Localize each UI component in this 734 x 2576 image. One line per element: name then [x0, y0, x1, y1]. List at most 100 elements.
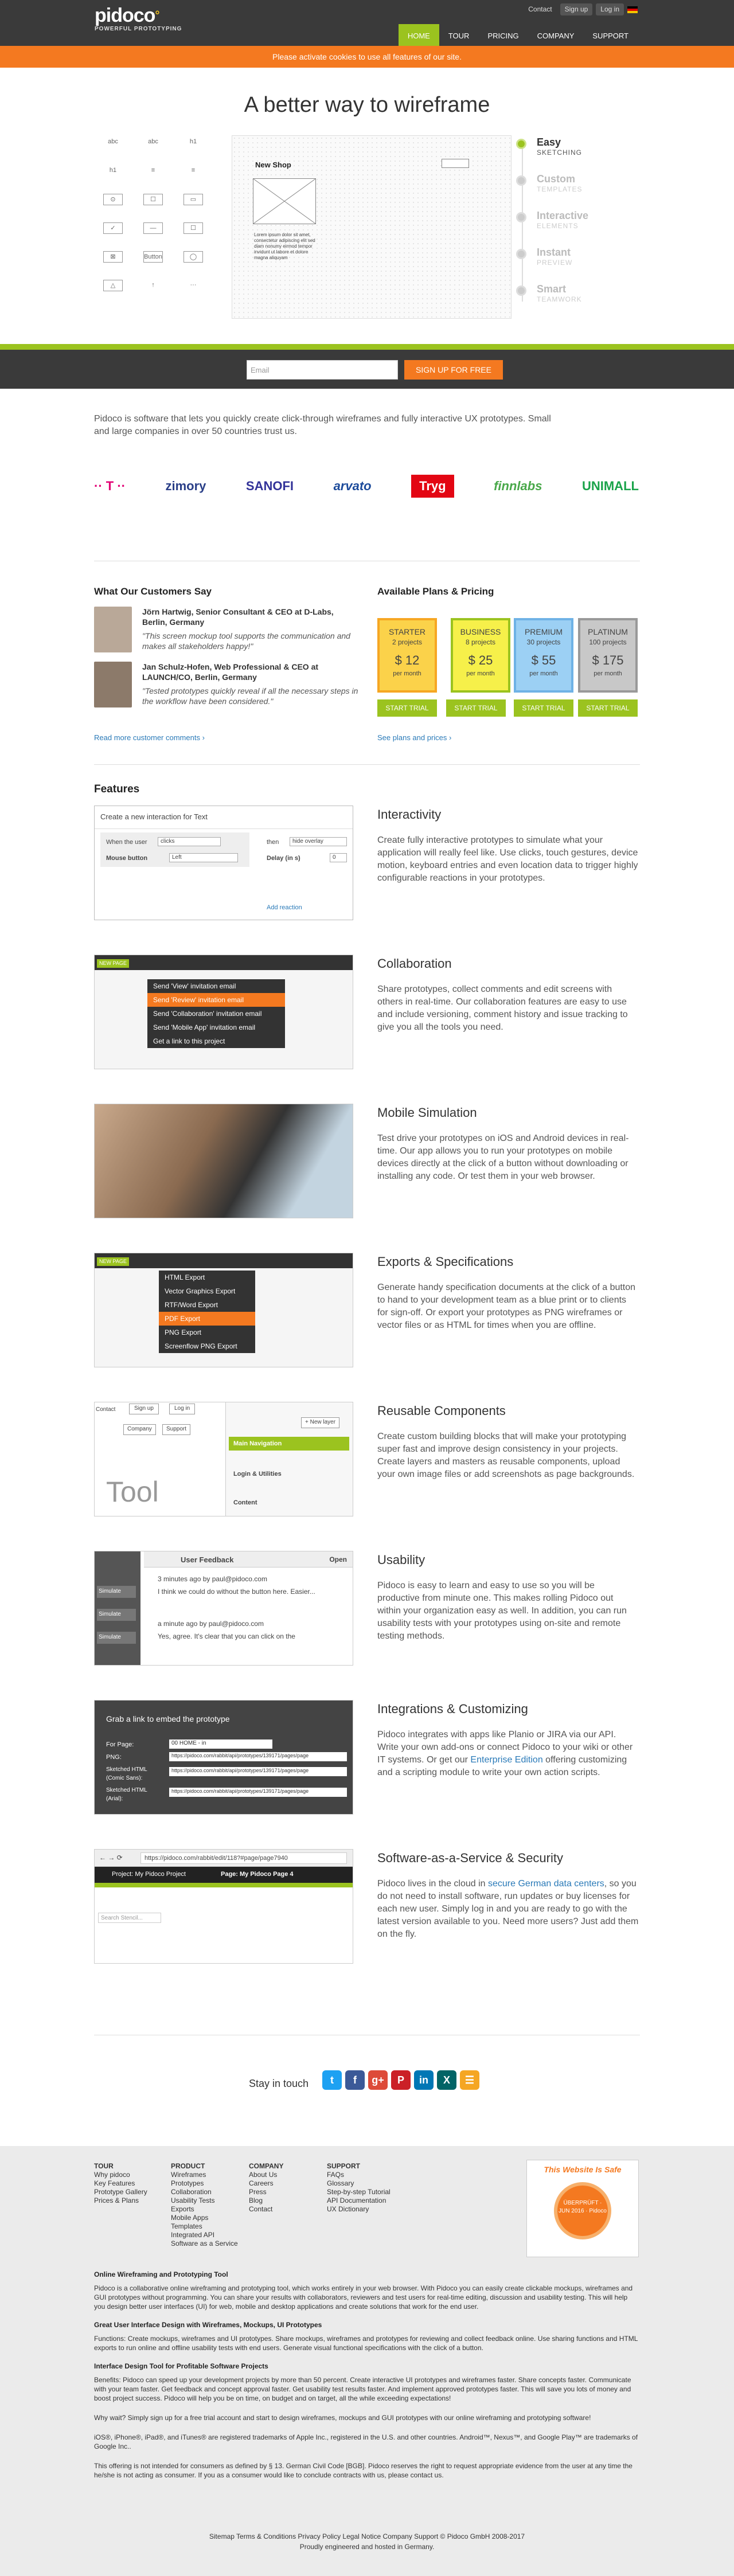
delay-input[interactable]: 0: [330, 853, 347, 862]
signup-button[interactable]: SIGN UP FOR FREE: [404, 360, 503, 380]
nav-home[interactable]: HOME: [398, 24, 439, 46]
menu-item[interactable]: PDF Export: [159, 1312, 255, 1326]
trial-button-business[interactable]: START TRIAL: [446, 699, 506, 717]
add-reaction-link[interactable]: Add reaction: [267, 904, 302, 913]
step-interactive[interactable]: Interactive ELEMENTS: [514, 210, 640, 247]
stencil-item[interactable]: h1: [103, 165, 123, 177]
footer-link[interactable]: Blog: [249, 2196, 329, 2205]
footer-link[interactable]: Step-by-step Tutorial: [327, 2188, 407, 2196]
step-smart[interactable]: Smart TEAMWORK: [514, 283, 640, 320]
stencil-item[interactable]: ≡: [143, 165, 163, 177]
german-flag-icon[interactable]: [627, 6, 638, 13]
stencil-item[interactable]: ◯: [184, 251, 203, 263]
nav-tour[interactable]: TOUR: [439, 24, 479, 46]
stencil-item[interactable]: ≡: [184, 165, 203, 177]
stencil-item[interactable]: Button: [143, 251, 163, 263]
twitter-icon[interactable]: t: [322, 2070, 342, 2090]
footer-link[interactable]: Collaboration: [171, 2188, 251, 2196]
layer-item[interactable]: Main Navigation: [229, 1437, 349, 1451]
xing-icon[interactable]: X: [437, 2070, 456, 2090]
browser-back-icon[interactable]: ← → ⟳: [99, 1853, 123, 1863]
simulate-button[interactable]: Simulate: [97, 1586, 136, 1598]
reaction-select[interactable]: hide overlay: [290, 837, 347, 846]
plan-platinum[interactable]: PLATINUM 100 projects $ 175 per month: [578, 618, 638, 693]
stencil-item[interactable]: h1: [184, 136, 203, 148]
footer-link[interactable]: Why pidoco: [94, 2171, 174, 2179]
pidoco-logo[interactable]: pidoco° POWERFUL PROTOTYPING: [95, 6, 182, 34]
stencil-item[interactable]: ▭: [184, 194, 203, 205]
stencil-item[interactable]: △: [103, 280, 123, 291]
more-comments-link[interactable]: Read more customer comments ›: [94, 733, 205, 744]
simulate-button[interactable]: Simulate: [97, 1609, 136, 1621]
project-selector[interactable]: Project: My Pidoco Project: [112, 1870, 186, 1879]
sketch-arial-url[interactable]: https://pidoco.com/rabbit/api/prototypes…: [169, 1788, 347, 1797]
nav-company[interactable]: COMPANY: [528, 24, 584, 46]
menu-item[interactable]: Send 'Review' invitation email: [147, 993, 285, 1007]
stencil-item[interactable]: ···: [184, 280, 203, 291]
trial-button-premium[interactable]: START TRIAL: [514, 699, 573, 717]
pinterest-icon[interactable]: P: [391, 2070, 411, 2090]
step-easy[interactable]: Easy SKETCHING: [514, 136, 640, 173]
layer-item[interactable]: Content: [233, 1499, 257, 1508]
menu-item[interactable]: Send 'View' invitation email: [147, 979, 285, 993]
footer-link[interactable]: FAQs: [327, 2171, 407, 2179]
event-select[interactable]: clicks: [158, 837, 221, 846]
googleplus-icon[interactable]: g+: [368, 2070, 388, 2090]
layer-item[interactable]: Login & Utilities: [233, 1470, 282, 1479]
signup-link[interactable]: Sign up: [560, 3, 593, 16]
step-instant[interactable]: Instant PREVIEW: [514, 247, 640, 283]
footer-link[interactable]: Key Features: [94, 2179, 174, 2188]
stencil-item[interactable]: ⊠: [103, 251, 123, 263]
footer-link[interactable]: Glossary: [327, 2179, 407, 2188]
menu-item[interactable]: Screenflow PNG Export: [159, 1339, 255, 1353]
email-input[interactable]: Email: [247, 360, 398, 380]
trial-button-starter[interactable]: START TRIAL: [377, 699, 437, 717]
sketch-comic-url[interactable]: https://pidoco.com/rabbit/api/prototypes…: [169, 1767, 347, 1776]
footer-link[interactable]: Templates: [171, 2222, 251, 2231]
stencil-item[interactable]: abc: [143, 136, 163, 148]
footer-link[interactable]: About Us: [249, 2171, 329, 2179]
footer-link[interactable]: Exports: [171, 2205, 251, 2214]
menu-item[interactable]: RTF/Word Export: [159, 1298, 255, 1312]
stencil-item[interactable]: ↑: [143, 280, 163, 291]
step-custom[interactable]: Custom TEMPLATES: [514, 173, 640, 210]
stencil-item[interactable]: ✓: [103, 222, 123, 234]
nav-pricing[interactable]: PRICING: [478, 24, 528, 46]
bottom-links[interactable]: Sitemap Terms & Conditions Privacy Polic…: [0, 2531, 734, 2542]
browser-url-bar[interactable]: https://pidoco.com/rabbit/edit/118?#page…: [140, 1852, 347, 1864]
stencil-item[interactable]: ☐: [143, 194, 163, 205]
page-select[interactable]: 00 HOME - in: [169, 1740, 272, 1749]
stencil-search-input[interactable]: Search Stencil...: [98, 1913, 161, 1923]
enterprise-edition-link[interactable]: Enterprise Edition: [470, 1755, 542, 1765]
footer-link[interactable]: Press: [249, 2188, 329, 2196]
menu-item[interactable]: Send 'Collaboration' invitation email: [147, 1007, 285, 1021]
footer-link[interactable]: Mobile Apps: [171, 2214, 251, 2222]
footer-link[interactable]: Prototype Gallery: [94, 2188, 174, 2196]
menu-item[interactable]: Vector Graphics Export: [159, 1284, 255, 1298]
login-link[interactable]: Log in: [596, 3, 624, 16]
stencil-item[interactable]: ⊙: [103, 194, 123, 205]
footer-link[interactable]: Prices & Plans: [94, 2196, 174, 2205]
mouse-select[interactable]: Left: [169, 853, 238, 862]
new-layer-button[interactable]: + New layer: [301, 1417, 340, 1428]
page-selector[interactable]: Page: My Pidoco Page 4: [221, 1870, 294, 1879]
footer-link[interactable]: Prototypes: [171, 2179, 251, 2188]
footer-link[interactable]: Software as a Service: [171, 2239, 251, 2248]
simulate-button[interactable]: Simulate: [97, 1632, 136, 1644]
footer-link[interactable]: Wireframes: [171, 2171, 251, 2179]
linkedin-icon[interactable]: in: [414, 2070, 434, 2090]
german-datacenters-link[interactable]: secure German data centers: [488, 1879, 604, 1889]
footer-link[interactable]: API Documentation: [327, 2196, 407, 2205]
stencil-item[interactable]: abc: [103, 136, 123, 148]
menu-item[interactable]: PNG Export: [159, 1326, 255, 1339]
menu-item[interactable]: Get a link to this project: [147, 1034, 285, 1048]
menu-item[interactable]: Send 'Mobile App' invitation email: [147, 1021, 285, 1034]
footer-link[interactable]: Usability Tests: [171, 2196, 251, 2205]
see-plans-link[interactable]: See plans and prices ›: [377, 733, 451, 744]
png-url-field[interactable]: https://pidoco.com/rabbit/api/prototypes…: [169, 1752, 347, 1761]
footer-link[interactable]: Careers: [249, 2179, 329, 2188]
plan-premium[interactable]: PREMIUM 30 projects $ 55 per month: [514, 618, 573, 693]
footer-link[interactable]: Integrated API: [171, 2231, 251, 2239]
facebook-icon[interactable]: f: [345, 2070, 365, 2090]
safe-website-badge[interactable]: This Website Is Safe ÜBERPRÜFT · JUN 201…: [526, 2160, 639, 2257]
